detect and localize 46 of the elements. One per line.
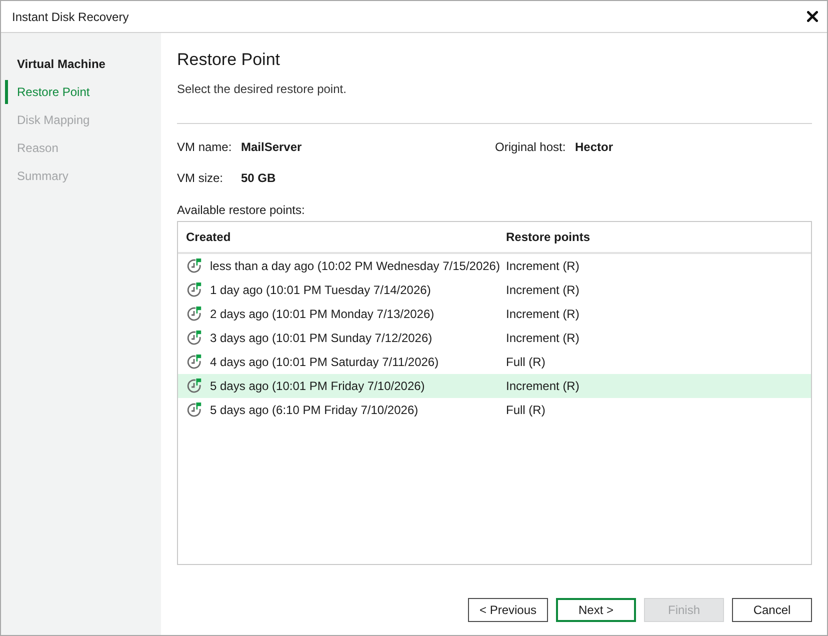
table-row[interactable]: 2 days ago (10:01 PM Monday 7/13/2026) Increment (R): [178, 302, 811, 326]
table-row[interactable]: 5 days ago (10:01 PM Friday 7/10/2026) Increment (R): [178, 374, 811, 398]
table-row[interactable]: 5 days ago (6:10 PM Friday 7/10/2026) Full (R): [178, 398, 811, 422]
clock-icon: [186, 354, 202, 370]
table-cell: 3 days ago (10:01 PM Sunday 7/12/2026): [210, 331, 432, 345]
field-value: MailServer: [241, 139, 302, 155]
table-cell: less than a day ago (10:02 PM Wednesday 7/15/2026): [210, 259, 500, 273]
table-row[interactable]: less than a day ago (10:02 PM Wednesday 7/15/2026) Increment (R): [178, 254, 811, 278]
window-title: Instant Disk Recovery: [12, 10, 129, 24]
clock-icon: [186, 258, 202, 274]
page-description: Select the desired restore point.: [177, 81, 348, 97]
wizard-step[interactable]: Virtual Machine: [5, 52, 161, 76]
table-cell: 5 days ago (6:10 PM Friday 7/10/2026): [210, 403, 418, 417]
field-label: VM name:: [177, 139, 233, 155]
table-cell: 5 days ago (10:01 PM Friday 7/10/2026): [210, 379, 425, 393]
table-row[interactable]: 3 days ago (10:01 PM Sunday 7/12/2026) Increment (R): [178, 326, 811, 350]
table-cell: 4 days ago (10:01 PM Saturday 7/11/2026): [210, 355, 439, 369]
field-label: Original host:: [495, 139, 567, 155]
close-icon[interactable]: [807, 11, 818, 22]
table-cell: Increment (R): [506, 259, 580, 273]
field-value: Hector: [575, 139, 614, 155]
table-cell: 2 days ago (10:01 PM Monday 7/13/2026): [210, 307, 434, 321]
page-title: Restore Point: [177, 49, 281, 71]
field-value: 50 GB: [241, 170, 276, 186]
wizard-button[interactable]: < Previous: [468, 598, 548, 622]
table-cell: Increment (R): [506, 307, 580, 321]
table-row[interactable]: 1 day ago (10:01 PM Tuesday 7/14/2026) Increment (R): [178, 278, 811, 302]
wizard-button[interactable]: Cancel: [732, 598, 812, 622]
column-header[interactable]: Created: [178, 230, 498, 244]
clock-icon: [186, 306, 202, 322]
table-caption: Available restore points:: [177, 202, 306, 218]
field-label: VM size:: [177, 170, 224, 186]
table-cell: Increment (R): [506, 283, 580, 297]
table-cell: Increment (R): [506, 379, 580, 393]
table-cell: Increment (R): [506, 331, 580, 345]
clock-icon: [186, 378, 202, 394]
table-cell: 1 day ago (10:01 PM Tuesday 7/14/2026): [210, 283, 431, 297]
table-row[interactable]: 4 days ago (10:01 PM Saturday 7/11/2026) Full (R): [178, 350, 811, 374]
wizard-step[interactable]: Restore Point: [5, 80, 161, 104]
table-cell: Full (R): [506, 403, 546, 417]
table-cell: Full (R): [506, 355, 546, 369]
clock-icon: [186, 282, 202, 298]
clock-icon: [186, 402, 202, 418]
wizard-button[interactable]: Next >: [556, 598, 636, 622]
column-header[interactable]: Restore points: [498, 230, 811, 244]
clock-icon: [186, 330, 202, 346]
